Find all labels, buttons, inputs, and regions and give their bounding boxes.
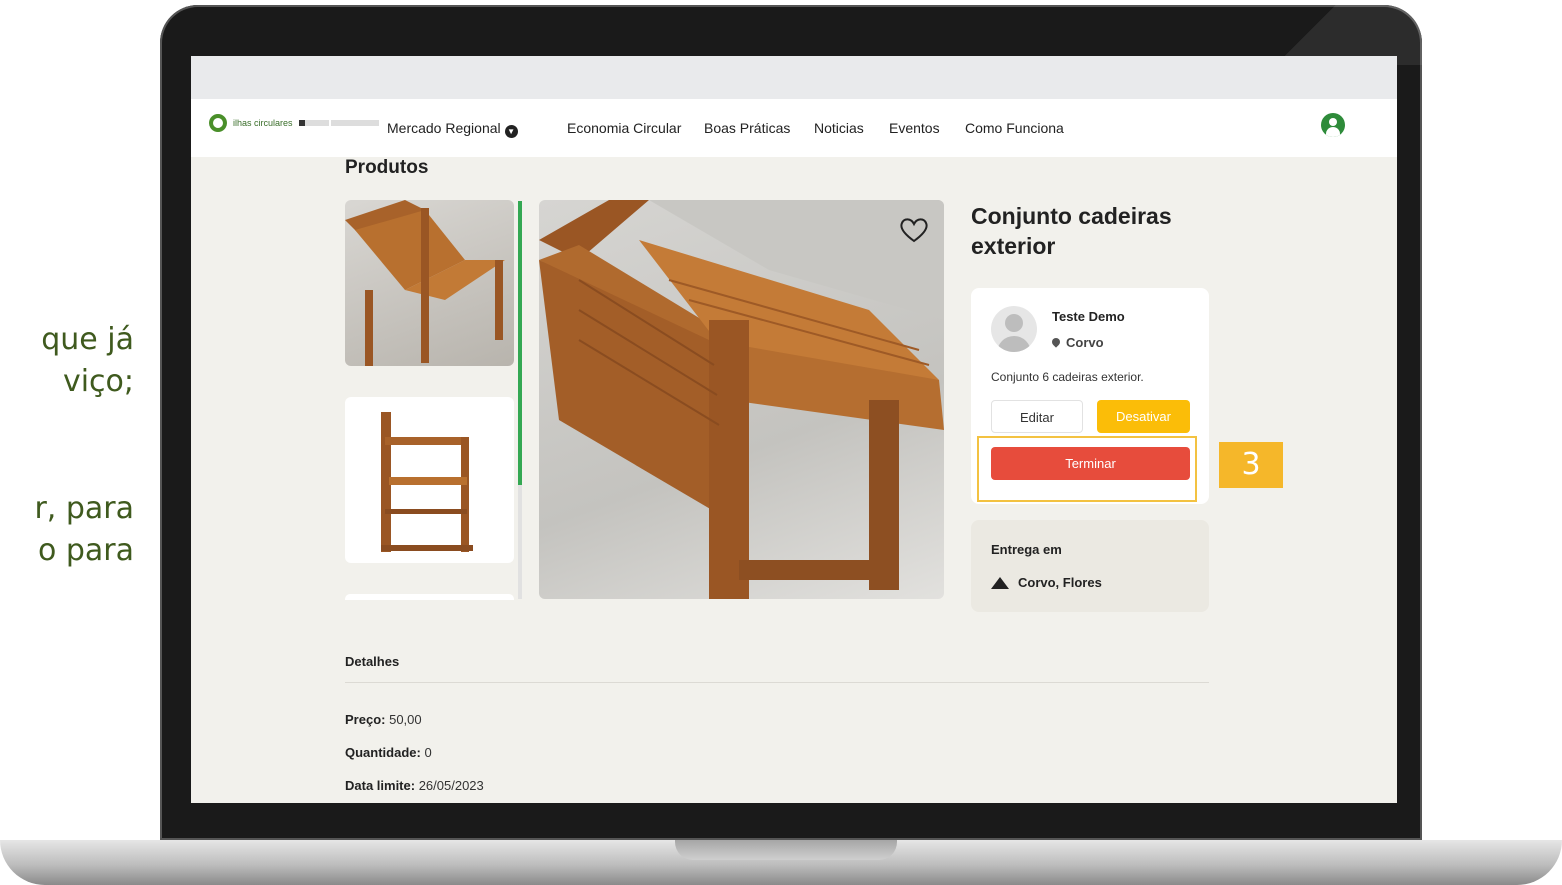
tutorial-highlight xyxy=(977,436,1197,502)
product-description: Conjunto 6 cadeiras exterior. xyxy=(991,370,1144,384)
tutorial-text: que já viço; r, para o para xyxy=(0,0,160,885)
thumbnail-scrollbar-thumb[interactable] xyxy=(518,201,522,485)
logo-mark-icon xyxy=(209,114,227,132)
laptop-notch xyxy=(675,840,897,860)
details-title: Detalhes xyxy=(345,654,400,669)
product-title: Conjunto cadeiras exterior xyxy=(971,203,1172,259)
delivery-card: Entrega em Corvo, Flores xyxy=(971,520,1209,612)
detail-price-label: Preço: xyxy=(345,712,386,727)
nav-mercado-regional[interactable]: Mercado Regional ▼ xyxy=(387,120,518,138)
logo-text: ilhas circulares xyxy=(233,117,293,128)
step-badge: 3 xyxy=(1219,442,1283,488)
detail-deadline-value: 26/05/2023 xyxy=(418,778,484,793)
tutorial-line-4: o para xyxy=(37,533,134,568)
nav-como-funciona[interactable]: Como Funciona xyxy=(965,120,1064,136)
chevron-down-icon: ▼ xyxy=(504,125,518,138)
detail-price: Preço: 50,00 xyxy=(345,712,422,727)
partner-logos xyxy=(298,120,379,126)
detail-quantity: Quantidade: 0 xyxy=(345,745,432,760)
thumbnail-3[interactable] xyxy=(345,594,514,600)
nav-economia-circular[interactable]: Economia Circular xyxy=(567,120,681,136)
chair-side-image xyxy=(381,412,473,552)
page-title: Produtos xyxy=(345,157,429,178)
detail-deadline: Data limite: 26/05/2023 xyxy=(345,778,484,793)
chair-image xyxy=(345,200,505,366)
laptop-screen: ilhas circulares Mercado Regional ▼ Econo… xyxy=(191,56,1397,803)
thumbnail-1[interactable] xyxy=(345,200,514,366)
details-divider xyxy=(345,682,1209,683)
main-product-image xyxy=(539,200,944,599)
thumbnail-2[interactable] xyxy=(345,397,514,563)
chair-main-image xyxy=(539,200,944,599)
tutorial-line-2: viço; xyxy=(62,364,134,399)
edit-button[interactable]: Editar xyxy=(991,400,1083,433)
pin-icon xyxy=(1050,336,1062,348)
detail-price-value: 50,00 xyxy=(389,712,422,727)
tutorial-line-1: que já xyxy=(41,322,134,357)
mountain-icon xyxy=(991,577,1009,589)
tutorial-line-3: r, para xyxy=(34,491,134,526)
delivery-places: Corvo, Flores xyxy=(1018,575,1102,590)
nav-noticias[interactable]: Noticias xyxy=(814,120,864,136)
site-logo[interactable]: ilhas circulares xyxy=(209,114,379,132)
detail-quantity-label: Quantidade: xyxy=(345,745,421,760)
detail-deadline-label: Data limite: xyxy=(345,778,416,793)
avatar xyxy=(991,306,1037,352)
detail-quantity-value: 0 xyxy=(424,745,432,760)
heart-icon[interactable] xyxy=(899,216,929,244)
user-icon[interactable] xyxy=(1321,113,1345,137)
thumbnail-list[interactable] xyxy=(345,200,515,600)
nav-boas-praticas[interactable]: Boas Práticas xyxy=(704,120,790,136)
browser-bar xyxy=(191,56,1397,99)
deactivate-button[interactable]: Desativar xyxy=(1097,400,1190,433)
top-navbar: ilhas circulares Mercado Regional ▼ Econo… xyxy=(191,99,1397,157)
nav-mercado-regional-label: Mercado Regional xyxy=(387,120,501,136)
seller-name: Teste Demo xyxy=(1052,309,1125,324)
delivery-title: Entrega em xyxy=(991,542,1062,557)
seller-location-label: Corvo xyxy=(1066,335,1104,350)
nav-eventos[interactable]: Eventos xyxy=(889,120,940,136)
seller-location: Corvo xyxy=(1050,335,1104,350)
